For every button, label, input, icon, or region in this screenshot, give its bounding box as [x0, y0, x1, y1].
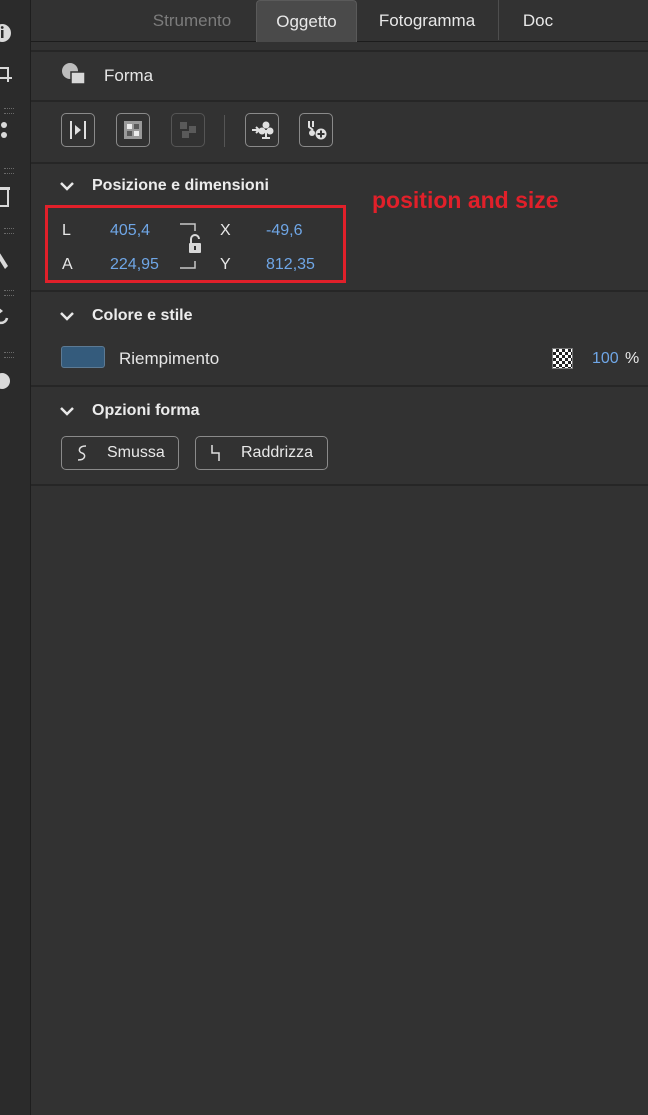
info-tool-icon[interactable]: [0, 22, 12, 44]
position-size-section: Posizione e dimensioni position and size…: [31, 163, 648, 292]
opacity-field[interactable]: 100: [592, 350, 619, 368]
shape-options-section: Opzioni forma Smussa Raddrizza: [31, 388, 648, 486]
tool-strip-grip: [4, 290, 14, 296]
tab-fotogramma[interactable]: Fotogramma: [367, 0, 487, 41]
tool-strip-grip: [4, 108, 14, 114]
tab-strumento[interactable]: Strumento: [139, 0, 245, 41]
tool-strip-grip: [4, 228, 14, 234]
tab-bar: Strumento Oggetto Fotogramma Doc: [31, 0, 648, 42]
object-type-label: Forma: [104, 66, 154, 85]
align-edges-icon: [70, 121, 86, 139]
subselect-tool-icon[interactable]: [0, 120, 12, 142]
tab-divider: [498, 0, 499, 40]
distribute-button[interactable]: [116, 113, 150, 147]
object-type-row: Forma: [31, 50, 648, 102]
annotation-highlight-box: [45, 205, 346, 283]
chevron-down-icon: [60, 407, 74, 416]
fill-color-swatch[interactable]: [61, 346, 105, 368]
straighten-path-icon: [211, 445, 220, 461]
color-style-section: Colore e stile Riempimento 100 %: [31, 293, 648, 387]
frame-tool-icon[interactable]: [0, 186, 12, 208]
crop-tool-icon[interactable]: [0, 62, 12, 84]
smooth-button[interactable]: Smussa: [61, 436, 179, 470]
tool-strip-grip: [4, 352, 14, 358]
toolbar-divider: [224, 115, 225, 147]
color-style-header[interactable]: Colore e stile: [31, 303, 648, 333]
pen-tool-icon[interactable]: [0, 248, 12, 270]
straighten-label: Raddrizza: [241, 444, 314, 461]
object-toolbar: [31, 100, 648, 164]
arrange-button[interactable]: [171, 113, 205, 147]
annotation-label: position and size: [372, 187, 559, 213]
shape-options-header[interactable]: Opzioni forma: [31, 398, 648, 428]
chevron-down-icon: [60, 312, 74, 321]
opacity-unit: %: [625, 350, 640, 367]
smooth-label: Smussa: [107, 444, 165, 461]
align-button[interactable]: [61, 113, 95, 147]
chevron-down-icon: [60, 182, 74, 191]
smooth-curve-icon: [77, 445, 87, 461]
convert-to-symbol-button[interactable]: [245, 113, 279, 147]
add-to-symbol-button[interactable]: [299, 113, 333, 147]
straighten-button[interactable]: Raddrizza: [195, 436, 328, 470]
distribute-icon: [124, 121, 142, 139]
shape-options-title: Opzioni forma: [92, 402, 200, 419]
color-style-title: Colore e stile: [92, 307, 193, 324]
position-size-title: Posizione e dimensioni: [92, 177, 269, 194]
fill-label: Riempimento: [119, 349, 220, 368]
tool-strip: [0, 0, 31, 1115]
shape-icon: [62, 63, 86, 85]
convert-to-symbol-icon: [252, 121, 274, 139]
add-to-symbol-icon: [308, 121, 327, 140]
tool-strip-grip: [4, 168, 14, 174]
opacity-checkerboard-icon: [552, 348, 573, 369]
record-tool-icon[interactable]: [0, 370, 12, 392]
tab-oggetto[interactable]: Oggetto: [256, 0, 357, 42]
properties-panel: Strumento Oggetto Fotogramma Doc Forma P…: [31, 0, 648, 1115]
tab-doc[interactable]: Doc: [509, 0, 567, 41]
rotate-tool-icon[interactable]: [0, 306, 12, 328]
arrange-icon: [180, 122, 196, 138]
